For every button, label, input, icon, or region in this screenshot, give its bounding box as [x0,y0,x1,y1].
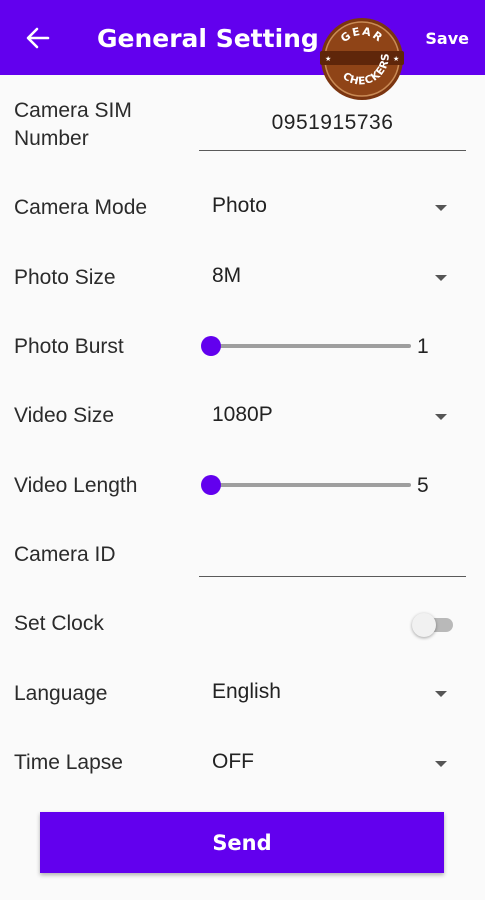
arrow-left-icon [26,27,50,49]
toggle-thumb [412,613,436,637]
camera-mode-value: Photo [212,194,267,217]
camera-mode-label: Camera Mode [14,196,148,219]
photo-burst-value: 1 [417,335,429,358]
video-length-slider[interactable] [199,473,411,497]
slider-track [209,344,411,348]
app-bar: General Setting Save [0,0,485,75]
chevron-down-icon [435,761,447,767]
photo-burst-slider[interactable] [199,334,411,358]
photo-size-select[interactable]: 8M [199,262,459,296]
photo-size-value: 8M [212,264,242,287]
sim-number-label: Camera SIM Number [14,99,132,150]
svg-text:★: ★ [325,55,331,63]
video-size-label: Video Size [14,404,115,427]
time-lapse-select[interactable]: OFF [199,748,459,782]
set-clock-toggle[interactable] [411,612,459,638]
camera-id-field[interactable] [199,537,466,577]
slider-thumb[interactable] [201,336,221,356]
save-button[interactable]: Save [425,29,469,48]
camera-mode-select[interactable]: Photo [199,192,459,226]
gear-checkers-logo: GEAR CHECKERS ★ ★ [320,18,404,100]
chevron-down-icon [435,275,447,281]
time-lapse-label: Time Lapse [14,751,123,774]
video-length-value: 5 [417,474,429,497]
slider-track [209,483,411,487]
camera-id-label: Camera ID [14,543,116,566]
chevron-down-icon [435,691,447,697]
sim-number-field[interactable]: 0951915736 [199,111,466,151]
send-button[interactable]: Send [40,812,444,873]
photo-burst-label: Photo Burst [14,335,124,358]
language-select[interactable]: English [199,678,459,712]
video-length-label: Video Length [14,474,138,497]
slider-thumb[interactable] [201,475,221,495]
language-label: Language [14,682,108,705]
photo-size-label: Photo Size [14,266,116,289]
language-value: English [212,680,281,703]
chevron-down-icon [435,414,447,420]
back-button[interactable] [22,22,54,54]
set-clock-label: Set Clock [14,612,104,635]
page-title: General Setting [97,24,319,53]
time-lapse-value: OFF [212,750,254,773]
video-size-select[interactable]: 1080P [199,401,459,435]
chevron-down-icon [435,205,447,211]
video-size-value: 1080P [212,403,273,426]
svg-text:★: ★ [393,55,399,63]
sim-number-value: 0951915736 [271,111,394,134]
